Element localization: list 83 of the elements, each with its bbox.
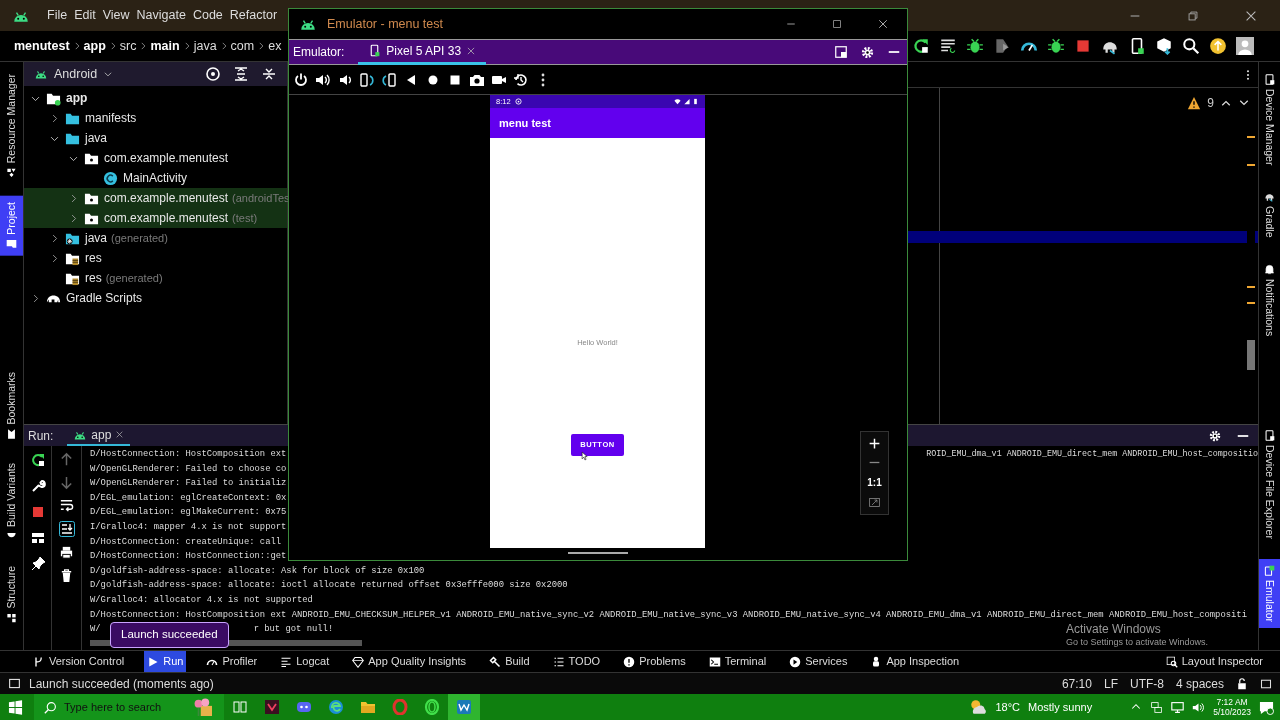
device-tab[interactable]: Pixel 5 API 33 [358,39,487,65]
toast-message: Launch succeeded [110,622,229,648]
panel-title: Emulator: [293,44,345,61]
weather-text: Mostly sunny [1027,699,1093,715]
log-line: D/HostConnection: HostComposition ext [90,448,287,461]
tree-item[interactable]: java [24,128,287,148]
status-message: Launch succeeded (moments ago) [29,675,214,693]
tool-window-button[interactable]: TODO [549,650,604,673]
notice-text: Go to Settings to activate Windows. [1066,636,1209,648]
log-line: D/HostConnection: HostComposition ext ANDROID_EMU_CHECKSUM_HELPER_v1 ANDROID_EMU_native_sync_v2 ANDROID_EMU_native_sync_v3 ANDROID_EMU_native_sync_v4 ANDROID_EMU_dma_v1 ANDROID_EMU_direct_mem ANDROID_EMU_host_compositi [90,608,1247,622]
side-tab[interactable]: Bookmarks [0,365,23,446]
view-selector[interactable]: Android [54,64,98,84]
tool-window-button[interactable]: Profiler [203,650,261,673]
breadcrumb-item[interactable]: java [193,36,217,56]
breadcrumb-item[interactable]: main [150,36,180,56]
side-tab[interactable]: Notifications [1259,257,1280,343]
side-tab[interactable]: Resource Manager [0,68,23,185]
tree-item[interactable]: MainActivity [24,168,287,188]
side-tab[interactable]: Device File Explorer [1259,424,1280,545]
log-line: W/ [90,623,101,637]
breadcrumb-item[interactable]: app [83,36,106,56]
clock-date[interactable]: 5/10/2023 [1213,707,1251,718]
tool-window-button[interactable]: Logcat [277,650,333,673]
log-line: D/HostConnection: HostConnection::get [90,550,287,564]
menu-item[interactable]: Edit [71,6,99,25]
log-line: ROID_EMU_dma_v1 ANDROID_EMU_direct_mem ANDROID_EMU_host_compositio [926,448,1258,461]
status-item[interactable]: LF [1103,674,1118,693]
log-line: W/OpenGLRenderer: Failed to choose co [90,462,287,476]
status-item[interactable]: UTF-8 [1129,674,1164,693]
tool-window-button[interactable]: Run [144,650,187,673]
log-line: W/OpenGLRenderer: Failed to initializ [90,477,287,491]
breadcrumb-item[interactable]: menutest [14,36,70,56]
menu-item[interactable]: File [44,6,71,25]
temperature: 18°C [995,699,1020,715]
tree-item[interactable]: manifests [24,108,287,128]
search-field[interactable]: Type here to search [34,694,224,720]
warning-count[interactable]: 9 [1207,94,1214,112]
menu-item[interactable]: Code [189,6,226,25]
tree-item[interactable]: Gradle Scripts [24,288,287,308]
zoom-reset[interactable]: 1:1 [867,475,882,490]
tree-item[interactable]: java (generated) [24,228,287,248]
log-line: r but got null! [253,623,334,637]
tree-item[interactable]: com.example.menutest (test) [24,208,287,228]
menu-item[interactable]: Navigate [133,6,189,25]
tree-item[interactable]: com.example.menutest (androidTes [24,188,287,208]
side-tab[interactable]: Structure [0,560,23,630]
log-line: I/Gralloc4: mapper 4.x is not support [90,520,287,534]
tool-window-button[interactable]: Terminal [705,650,770,673]
tool-window-button[interactable]: App Quality Insights [349,650,470,673]
menu-item[interactable]: Refactor [226,6,281,25]
breadcrumb-item[interactable]: ex [268,36,282,56]
tool-window-button[interactable]: Version Control [30,650,128,673]
tree-item[interactable]: res (generated) [24,268,287,288]
status-item[interactable]: 67:10 [1061,674,1092,693]
tree-item[interactable]: app [24,88,287,108]
side-tab[interactable]: Project [0,196,23,256]
notice-title: Activate Windows [1066,623,1162,637]
tool-window-button[interactable]: Services [786,650,851,673]
side-tab[interactable]: Device Manager [1259,68,1280,172]
side-tab[interactable]: Gradle [1259,185,1280,244]
tree-item[interactable]: com.example.menutest [24,148,287,168]
app-title: menu test [499,115,551,131]
side-tab[interactable]: Emulator [1259,559,1280,628]
breadcrumb-item[interactable]: src [119,36,137,56]
tool-window-button[interactable]: Problems [620,650,689,673]
status-item[interactable]: 4 spaces [1175,674,1224,693]
tool-window-button[interactable]: Build [486,650,533,673]
tool-window-button[interactable]: App Inspection [867,650,963,673]
log-line: D/goldfish-address-space: allocate: Ask for block of size 0x100 [90,564,425,578]
log-line: W/Gralloc4: allocator 4.x is not supported [90,593,313,607]
menu-item[interactable]: View [99,6,133,25]
log-line: D/EGL_emulation: eglCreateContext: 0x [90,491,287,505]
clock-time[interactable]: 7:12 AM [1216,696,1248,707]
breadcrumb-item[interactable]: com [230,36,255,56]
run-tab[interactable]: app [67,425,131,446]
log-line: D/goldfish-address-space: allocate: ioctl allocate returned offset 0x3efffe000 size 0x2000 [90,579,568,593]
side-tab[interactable]: Build Variants [0,457,23,549]
log-line: D/HostConnection: createUnique: call [90,535,282,549]
window-title: Emulator - menu test [327,15,443,33]
tree-item[interactable]: res [24,248,287,268]
panel-title: Run: [28,427,54,445]
tool-window-button[interactable]: Layout Inspector [1162,650,1266,673]
log-line: D/EGL_emulation: eglMakeCurrent: 0x75 [90,506,287,520]
